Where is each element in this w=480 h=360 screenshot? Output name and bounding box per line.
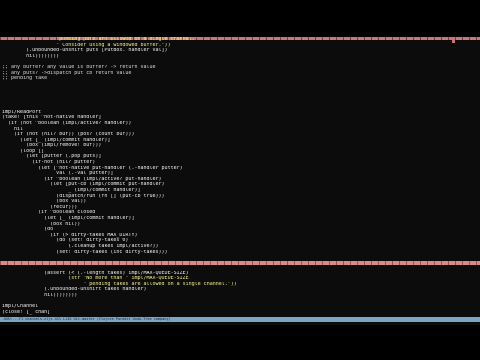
code-text: (set! dirty-takes (inc dirty-takes))) [2, 249, 168, 255]
code-text: (if (not (nil? buf)) (pos? (count buf))) [2, 132, 135, 138]
code-text: val (.-val putter)] [2, 171, 114, 177]
code-text: ;; any puts? ->dispatch put cb return va… [2, 70, 132, 76]
code-text: (str "No more than " impl/MAX-QUEUE-SIZE [2, 276, 189, 282]
code-text: (let [putter (.pop puts)] [2, 154, 102, 160]
code-text: (assert (< (.-length takes) impl/MAX-QUE… [2, 270, 189, 276]
code-text: ;; pending take [2, 76, 48, 82]
code-text: _ (impl/commit handler)] [2, 188, 141, 194]
code-text: (box nil)) [2, 221, 81, 227]
code-line: (close! [_ chan] [0, 310, 480, 316]
code-text: (.unbounded-unshift takes handler) [2, 287, 147, 293]
code-text: (box (impl/remove! buf))) [2, 143, 102, 149]
code-text: nil)))))))) [2, 292, 78, 298]
code-text: nil)))))))) [2, 53, 60, 59]
editor-bottom-pane[interactable]: (assert (< (.-length takes) impl/MAX-QUE… [0, 265, 480, 317]
code-text: impl/ReadPort [2, 109, 42, 115]
code-text: (let [put-cb (impl/commit put-handler) [2, 182, 165, 188]
code-text: (recur))) [2, 204, 78, 210]
code-text: (if-not (nil? putter) [2, 160, 96, 166]
code-text: " Consider using a windowed buffer.")) [2, 42, 171, 48]
code-text: (.unbounded-unshift puts [PutBox. handle… [2, 48, 168, 54]
code-text: (do (set! dirty-takes 0) [2, 238, 129, 244]
code-text: (take! [this ^not-native handler] [2, 115, 102, 121]
code-text: (if ^boolean (impl/active? put-handler) [2, 176, 162, 182]
code-text: (if ^boolean closed [2, 210, 96, 216]
code-text: (if (> dirty-takes MAX_DIRTY) [2, 232, 138, 238]
mode-line-text: -UUU:---F1 channels.cljs 41% L145 Git-ma… [2, 317, 171, 321]
mode-line: -UUU:---F1 channels.cljs 41% L145 Git-ma… [0, 317, 480, 322]
code-text: (let [_ (impl/commit handler)] [2, 216, 135, 221]
code-text: (dispatch/run (fn [] (put-cb true))) [2, 193, 165, 199]
code-text: (box val)) [2, 199, 87, 205]
editor-screen: "pending puts are allowed on a single ch… [0, 37, 480, 325]
code-text: (do [2, 227, 54, 233]
code-text: (let [^not-native put-handler (.-handler… [2, 165, 183, 171]
code-text: ;; any buffer? any value is buffer? -> r… [2, 64, 156, 70]
code-text: "pending puts are allowed on a single ch… [2, 37, 198, 42]
code-text: (if (not ^boolean (impl/active? handler)… [2, 120, 132, 126]
editor-top-pane[interactable]: "pending puts are allowed on a single ch… [0, 37, 480, 261]
code-text: (close! [_ chan] [2, 309, 51, 315]
code-text: nil [2, 126, 24, 132]
code-text: impl/Channel [2, 304, 39, 310]
code-text: (loop [] [2, 148, 45, 154]
code-text: (.cleanup takes impl/active?)) [2, 243, 159, 249]
code-text: " pending takes are allowed on a single … [2, 281, 237, 287]
code-text: (let [_ (impl/commit handler)] [2, 137, 111, 143]
